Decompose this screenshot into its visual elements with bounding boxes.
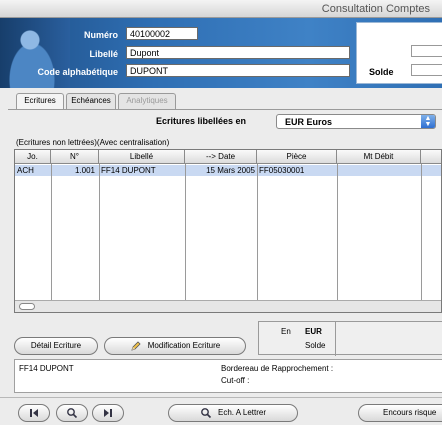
cell-mt-debit (337, 165, 421, 176)
detail-ecriture-button[interactable]: Détail Ecriture (14, 337, 98, 355)
solde-box-solde-label: Solde (305, 341, 326, 350)
numero-label: Numéro (83, 30, 118, 40)
col-header-piece[interactable]: Pièce (257, 150, 337, 164)
encours-risque-button[interactable]: Encours risque (358, 404, 442, 422)
col-header-libelle[interactable]: Libellé (99, 150, 185, 164)
ech-lettrer-button[interactable]: Ech. A Lettrer (168, 404, 298, 422)
col-divider (257, 164, 258, 300)
horizontal-scrollbar[interactable] (15, 300, 441, 312)
col-header-numero[interactable]: N° (51, 150, 99, 164)
col-divider (421, 164, 422, 300)
back-button[interactable] (18, 404, 50, 422)
select-arrows-icon: ▲ ▼ (421, 115, 435, 128)
currency-label: Ecritures libellées en (156, 116, 247, 126)
entries-table[interactable]: Jo. N° Libellé --> Date Pièce Mt Débit A… (14, 149, 442, 313)
col-divider (337, 164, 338, 300)
back-arrow-icon (28, 408, 40, 417)
header-side-panel: Solde (356, 22, 442, 84)
modification-ecriture-label: Modification Ecriture (147, 341, 221, 350)
cell-piece: FF05030001 (259, 166, 305, 175)
solde-label: Solde (369, 67, 394, 77)
ech-lettrer-label: Ech. A Lettrer (217, 408, 267, 417)
libelle-label: Libellé (89, 49, 118, 59)
cell-date: 15 Mars 2005 (206, 166, 255, 175)
detail-ecriture-label: Détail Ecriture (30, 341, 82, 350)
col-divider (99, 164, 100, 300)
side-field-1[interactable] (411, 45, 442, 57)
solde-field[interactable] (411, 64, 442, 76)
tab-echeances[interactable]: Echéances (66, 93, 116, 109)
cutoff-label: Cut-off : (221, 376, 250, 385)
cell-numero: 1.001 (74, 166, 95, 175)
table-header: Jo. N° Libellé --> Date Pièce Mt Débit (15, 150, 441, 164)
magnifier-icon (66, 407, 78, 418)
tab-analytiques: Analytiques (118, 93, 176, 109)
table-row[interactable]: ACH 1.001 FF14 DUPONT 15 Mars 2005 FF050… (15, 165, 441, 176)
solde-box: En EUR Solde (258, 321, 442, 356)
bordereau-label: Bordereau de Rapprochement : (221, 364, 334, 373)
currency-select-value: EUR Euros (285, 117, 333, 127)
footer-separator (0, 397, 442, 398)
solde-box-en-label: En (281, 327, 291, 336)
code-alpha-label: Code alphabétique (37, 67, 118, 77)
col-header-mt-debit[interactable]: Mt Débit (337, 150, 421, 164)
window-title: Consultation Comptes (321, 3, 430, 15)
col-divider (185, 164, 186, 300)
solde-box-currency: EUR (305, 327, 322, 336)
numero-field[interactable]: 40100002 (126, 27, 198, 40)
title-bar: Consultation Comptes (0, 0, 442, 18)
col-divider (51, 164, 52, 300)
libelle-field[interactable]: Dupont (126, 46, 350, 59)
magnifier-icon (200, 407, 212, 419)
entry-info-panel: FF14 DUPONT Bordereau de Rapprochement :… (14, 359, 442, 393)
ech-a-lettrer-button[interactable] (92, 404, 124, 422)
search-button[interactable] (56, 404, 88, 422)
solde-box-divider (335, 322, 336, 356)
pencil-icon (130, 340, 142, 352)
table-filter-note: (Ecritures non lettrées)(Avec centralisa… (16, 138, 170, 147)
encours-risque-label: Encours risque (383, 408, 437, 417)
account-header: Numéro 40100002 Libellé Dupont Code alph… (0, 18, 442, 88)
cell-jo: ACH (17, 166, 34, 175)
currency-select[interactable]: EUR Euros ▲ ▼ (276, 114, 436, 129)
cell-libelle: FF14 DUPONT (101, 166, 156, 175)
info-libelle: FF14 DUPONT (19, 364, 74, 373)
tab-ecritures[interactable]: Ecritures (16, 93, 64, 110)
col-header-date[interactable]: --> Date (185, 150, 257, 164)
code-alpha-field[interactable]: DUPONT (126, 64, 350, 77)
next-arrow-icon (102, 408, 114, 417)
col-header-jo[interactable]: Jo. (15, 150, 51, 164)
modification-ecriture-button[interactable]: Modification Ecriture (104, 337, 246, 355)
scrollbar-thumb[interactable] (19, 303, 35, 310)
